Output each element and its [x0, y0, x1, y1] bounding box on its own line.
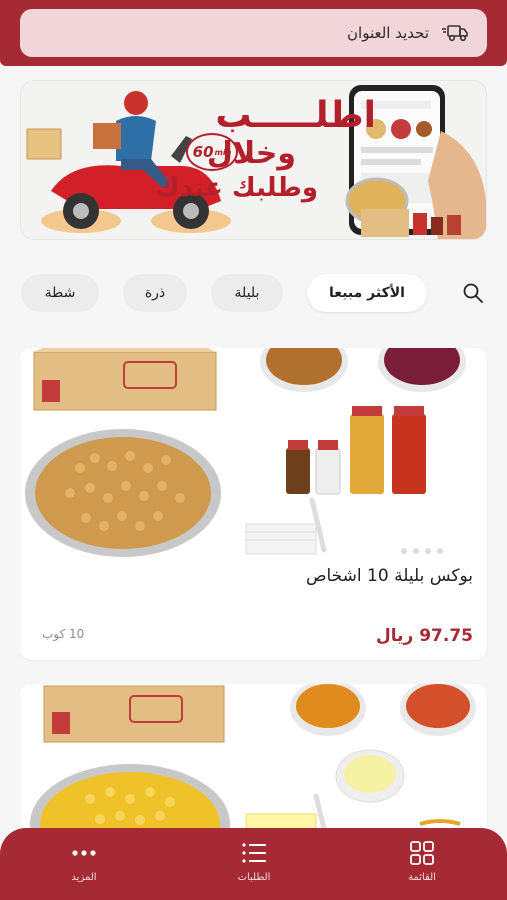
product-price: 97.75 ريال: [375, 626, 473, 646]
product-unit: 10 كوب: [42, 627, 85, 641]
product-card[interactable]: بوكس بليلة 10 اشخاص 97.75 ريال 10 كوب: [20, 348, 487, 660]
delivery-truck-icon: [442, 25, 468, 42]
list-icon: [242, 843, 266, 863]
badge-value: 60: [192, 143, 214, 161]
product-image: [20, 348, 487, 558]
badge-unit: min: [214, 147, 232, 157]
more-dots-icon: [72, 850, 96, 856]
top-bar: تحديد العنوان: [0, 0, 507, 66]
product-illustration: [25, 348, 466, 557]
banner-headline-1: اطلـــــب: [215, 95, 376, 136]
chip-corn[interactable]: ذرة: [123, 274, 187, 312]
nav-more-label: المزيد: [71, 872, 97, 883]
promo-banner[interactable]: اطلـــــب وخلال وطلبك عندك 60 min: [20, 80, 487, 240]
address-selector[interactable]: تحديد العنوان: [20, 9, 487, 57]
category-filters: الأكثر مبيعا بليلة ذرة شطة: [20, 272, 487, 314]
nav-orders-label: الطلبات: [237, 872, 271, 883]
product-title: بوكس بليلة 10 اشخاص: [305, 566, 473, 586]
nav-menu[interactable]: القائمة: [377, 840, 467, 894]
grid-icon: [410, 841, 434, 865]
search-icon[interactable]: [461, 281, 485, 305]
delivery-time-badge: 60 min: [186, 133, 238, 171]
chip-chili[interactable]: شطة: [21, 274, 99, 312]
nav-menu-label: القائمة: [408, 872, 436, 883]
chip-best-selling[interactable]: الأكثر مبيعا: [307, 274, 427, 312]
nav-orders[interactable]: الطلبات: [209, 840, 299, 894]
app-screen: تحديد العنوان اطلـــــب وخلال وطلبك عندك…: [0, 0, 507, 900]
banner-headline-3: وطلبك عندك: [155, 173, 318, 203]
chip-balila[interactable]: بليلة: [211, 274, 283, 312]
update-address-label: تحديد العنوان: [347, 24, 429, 42]
nav-more[interactable]: المزيد: [39, 840, 129, 894]
bottom-navigation: القائمة الطلبات المزيد: [0, 828, 507, 900]
